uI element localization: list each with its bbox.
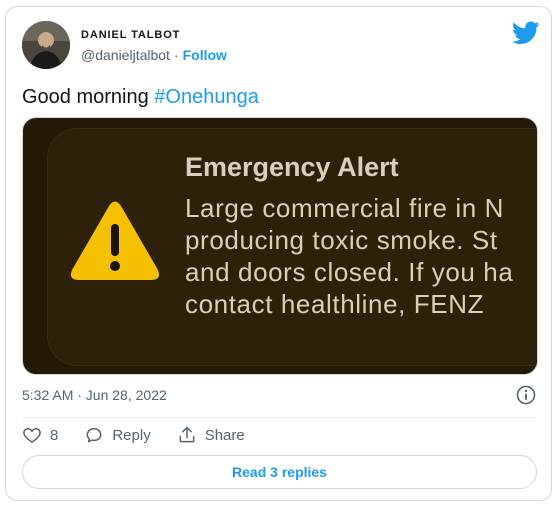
heart-icon — [23, 428, 41, 443]
reply-button[interactable]: Reply — [84, 425, 151, 445]
separator-dot: · — [173, 47, 179, 63]
like-button[interactable]: 8 — [22, 425, 58, 445]
author-name[interactable]: DANIEL TALBOT — [81, 29, 180, 41]
author-handle[interactable]: @danieljtalbot — [81, 47, 170, 63]
alert-line: and doors closed. If you ha — [185, 257, 514, 287]
reply-bubble-icon — [86, 428, 102, 443]
alert-line: contact healthline, FENZ — [185, 289, 485, 319]
tweet-text: Good morning #Onehunga — [22, 86, 259, 109]
alert-body: Large commercial fire in N producing tox… — [185, 192, 513, 320]
tweet-timestamp[interactable]: 5:32 AM · Jun 28, 2022 — [22, 387, 167, 403]
hashtag-link[interactable]: #Onehunga — [154, 86, 259, 108]
tweet-card: DANIEL TALBOT @danieljtalbot · Follow Go… — [5, 6, 552, 501]
tweet-media-image[interactable]: Emergency Alert Large commercial fire in… — [22, 117, 538, 375]
alert-line: Large commercial fire in N — [185, 193, 505, 223]
divider — [22, 417, 537, 418]
action-bar: 8 Reply Share — [22, 425, 271, 445]
alert-line: producing toxic smoke. St — [185, 225, 498, 255]
reply-label: Reply — [112, 426, 151, 444]
warning-icon — [70, 201, 160, 280]
twitter-bird-icon[interactable] — [512, 21, 540, 45]
share-label: Share — [204, 426, 245, 444]
alert-title: Emergency Alert — [185, 152, 399, 182]
follow-button[interactable]: Follow — [183, 47, 227, 63]
tweet-text-body: Good morning — [22, 86, 155, 108]
like-count: 8 — [50, 426, 59, 444]
share-icon — [179, 426, 195, 443]
share-button[interactable]: Share — [177, 425, 245, 445]
avatar[interactable] — [22, 21, 70, 69]
read-replies-button[interactable]: Read 3 replies — [22, 455, 537, 489]
info-icon[interactable] — [516, 385, 536, 405]
author-handle-row: @danieljtalbot · Follow — [81, 47, 227, 63]
avatar-photo — [22, 21, 70, 69]
